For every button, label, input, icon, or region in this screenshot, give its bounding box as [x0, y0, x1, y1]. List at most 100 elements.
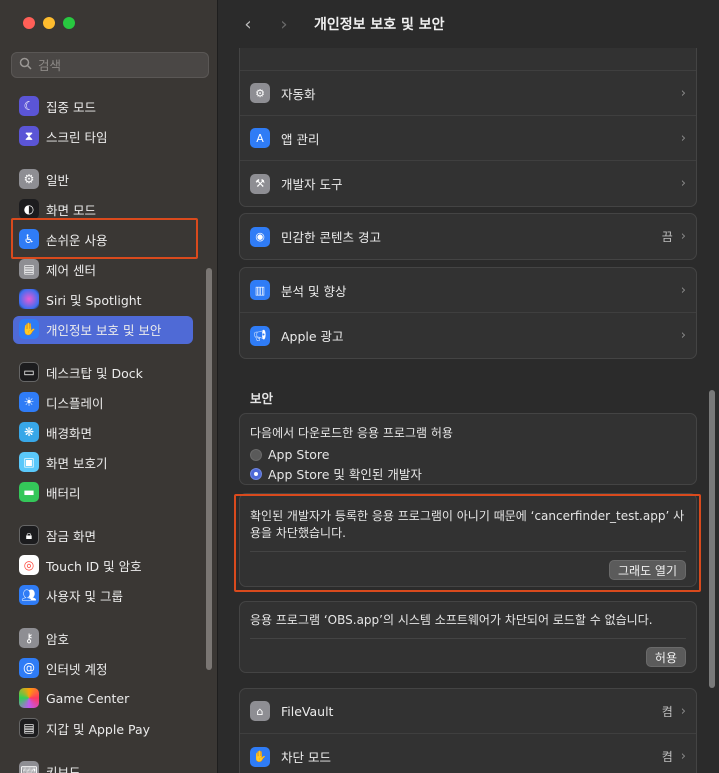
- sidebar-item-siri[interactable]: Siri 및 Spotlight: [0, 284, 217, 314]
- eye-icon: ◉: [250, 226, 270, 247]
- row-label: 차단 모드: [281, 750, 331, 765]
- sidebar-item-focus[interactable]: ☾ 집중 모드: [0, 91, 217, 121]
- row-label: 자동화: [281, 86, 316, 102]
- sidebar-item-screensaver[interactable]: ▣ 화면 보호기: [0, 447, 217, 477]
- lock-icon: 🔒︎: [19, 525, 39, 545]
- list-item-developer-tools[interactable]: ⚒ 개발자 도구 ›: [240, 161, 696, 206]
- radio-button[interactable]: [250, 448, 262, 461]
- sensitive-content-group: ◉ 민감한 콘텐츠 경고 끔 ›: [239, 213, 697, 260]
- chevron-right-icon: ›: [680, 85, 686, 101]
- users-icon: 👥︎: [19, 585, 39, 605]
- hammer-icon: ⚒: [250, 173, 270, 194]
- sidebar-item-label: 손쉬운 사용: [46, 232, 108, 248]
- sidebar-item-lock-screen[interactable]: 🔒︎ 잠금 화면: [0, 520, 217, 550]
- sidebar-item-label: 암호: [46, 631, 70, 647]
- list-item-app-management[interactable]: A 앱 관리 ›: [240, 116, 696, 161]
- sidebar-item-label: 배터리: [46, 485, 81, 501]
- open-anyway-button[interactable]: 그래도 열기: [608, 560, 686, 580]
- siri-icon: [19, 289, 39, 309]
- house-icon: ⌂: [250, 701, 270, 721]
- sidebar-item-privacy-security[interactable]: ✋ 개인정보 보호 및 보안: [0, 314, 217, 344]
- radio-label: App Store 및 확인된 개발자: [268, 467, 422, 482]
- sidebar-item-wallpaper[interactable]: ❋ 배경화면: [0, 417, 217, 447]
- wallpaper-icon: ❋: [19, 422, 39, 442]
- game-center-icon: [19, 688, 39, 708]
- hand-icon: ✋: [19, 319, 39, 339]
- sidebar-item-label: 키보드: [46, 764, 81, 773]
- sidebar-item-label: 인터넷 계정: [46, 661, 108, 677]
- settings-window: ☾ 집중 모드 ⧗ 스크린 타임 ⚙ 일반 ◐ 화면 모드 ♿ 손쉬운 사용 ▤…: [0, 0, 719, 773]
- key-icon: ⚷: [19, 628, 39, 648]
- sidebar-item-label: 개인정보 보호 및 보안: [46, 322, 162, 338]
- allow-apps-label: 다음에서 다운로드한 응용 프로그램 허용: [250, 426, 453, 440]
- sidebar-item-game-center[interactable]: Game Center: [0, 683, 217, 713]
- list-item-lockdown-mode[interactable]: ✋ 차단 모드 켬 ›: [240, 734, 696, 773]
- blocked-app-message: 확인된 개발자가 등록한 응용 프로그램이 아니기 때문에 ‘cancerfin…: [250, 509, 685, 540]
- chevron-right-icon: ›: [680, 176, 686, 191]
- sidebar-item-label: Game Center: [46, 690, 130, 706]
- minimize-window-button[interactable]: [43, 17, 55, 29]
- sidebar-item-label: 배경화면: [46, 425, 93, 441]
- toolbar: ‹ › 개인정보 보호 및 보안: [218, 0, 719, 48]
- divider: [250, 551, 686, 552]
- status-value: 켬: [661, 750, 673, 764]
- sidebar-list: ☾ 집중 모드 ⧗ 스크린 타임 ⚙ 일반 ◐ 화면 모드 ♿ 손쉬운 사용 ▤…: [0, 91, 217, 773]
- sidebar-scrollbar[interactable]: [206, 268, 212, 670]
- allow-button[interactable]: 허용: [645, 647, 686, 667]
- screensaver-icon: ▣: [19, 452, 39, 472]
- row-label: 개발자 도구: [281, 177, 343, 192]
- sidebar-item-displays[interactable]: ☀ 디스플레이: [0, 387, 217, 417]
- back-button[interactable]: ‹: [234, 14, 262, 35]
- sidebar-item-label: 사용자 및 그룹: [46, 588, 123, 604]
- page-title: 개인정보 보호 및 보안: [314, 17, 445, 33]
- sidebar-item-wallet[interactable]: ▤ 지갑 및 Apple Pay: [0, 713, 217, 743]
- status-value: 켬: [661, 704, 673, 719]
- sidebar-item-label: 지갑 및 Apple Pay: [46, 721, 151, 737]
- sidebar-item-passwords[interactable]: ⚷ 암호: [0, 623, 217, 653]
- sidebar-item-control-center[interactable]: ▤ 제어 센터: [0, 254, 217, 284]
- sidebar-item-label: 일반: [46, 172, 70, 188]
- zoom-window-button[interactable]: [63, 17, 75, 29]
- window-controls: [23, 17, 75, 29]
- sidebar-item-appearance[interactable]: ◐ 화면 모드: [0, 194, 217, 224]
- list-item-apple-ads[interactable]: 📢︎ Apple 광고 ›: [240, 313, 696, 358]
- sidebar-item-label: 화면 모드: [46, 202, 96, 218]
- sidebar-item-touch-id[interactable]: ◎ Touch ID 및 암호: [0, 550, 217, 580]
- control-center-icon: ▤: [19, 259, 39, 279]
- sidebar-item-desktop-dock[interactable]: ▭ 데스크탑 및 Dock: [0, 357, 217, 387]
- list-item-filevault[interactable]: ⌂ FileVault 켬 ›: [240, 689, 696, 734]
- radio-button-selected[interactable]: [250, 467, 262, 480]
- sidebar-item-battery[interactable]: ▬ 배터리: [0, 477, 217, 507]
- blocked-app-group: 확인된 개발자가 등록한 응용 프로그램이 아니기 때문에 ‘cancerfin…: [239, 493, 697, 587]
- hourglass-icon: ⧗: [19, 126, 39, 146]
- radio-app-store[interactable]: App Store: [250, 445, 686, 464]
- sidebar-item-label: 디스플레이: [46, 395, 104, 411]
- sidebar-item-keyboard[interactable]: ⌨ 키보드: [0, 756, 217, 773]
- megaphone-icon: 📢︎: [250, 325, 270, 346]
- search-field[interactable]: [11, 52, 209, 78]
- hand-icon: ✋: [250, 746, 270, 767]
- app-store-icon: A: [250, 128, 270, 148]
- list-item-sensitive-content[interactable]: ◉ 민감한 콘텐츠 경고 끔 ›: [240, 214, 696, 259]
- search-input[interactable]: [38, 57, 198, 73]
- sidebar-item-label: 화면 보호기: [46, 455, 108, 471]
- radio-app-store-identified[interactable]: App Store 및 확인된 개발자: [250, 464, 686, 483]
- analytics-group: ▥ 분석 및 향상 › 📢︎ Apple 광고 ›: [239, 267, 697, 359]
- sidebar-item-screen-time[interactable]: ⧗ 스크린 타임: [0, 121, 217, 151]
- sidebar-item-accessibility[interactable]: ♿ 손쉬운 사용: [0, 224, 217, 254]
- search-icon: [19, 57, 32, 73]
- main-scrollbar[interactable]: [709, 390, 715, 688]
- sidebar-item-users-groups[interactable]: 👥︎ 사용자 및 그룹: [0, 580, 217, 610]
- list-item-analytics[interactable]: ▥ 분석 및 향상 ›: [240, 268, 696, 313]
- accessibility-icon: ♿: [19, 229, 39, 249]
- sidebar-item-label: 제어 센터: [46, 262, 96, 278]
- list-item-automation[interactable]: ⚙ 자동화 ›: [240, 71, 696, 116]
- dock-icon: ▭: [19, 362, 39, 382]
- sidebar-item-internet-accounts[interactable]: @ 인터넷 계정: [0, 653, 217, 683]
- forward-button[interactable]: ›: [270, 14, 298, 35]
- chart-icon: ▥: [250, 280, 270, 300]
- wallet-icon: ▤: [19, 718, 39, 738]
- close-window-button[interactable]: [23, 17, 35, 29]
- sidebar-item-general[interactable]: ⚙ 일반: [0, 164, 217, 194]
- row-label: 앱 관리: [281, 131, 320, 147]
